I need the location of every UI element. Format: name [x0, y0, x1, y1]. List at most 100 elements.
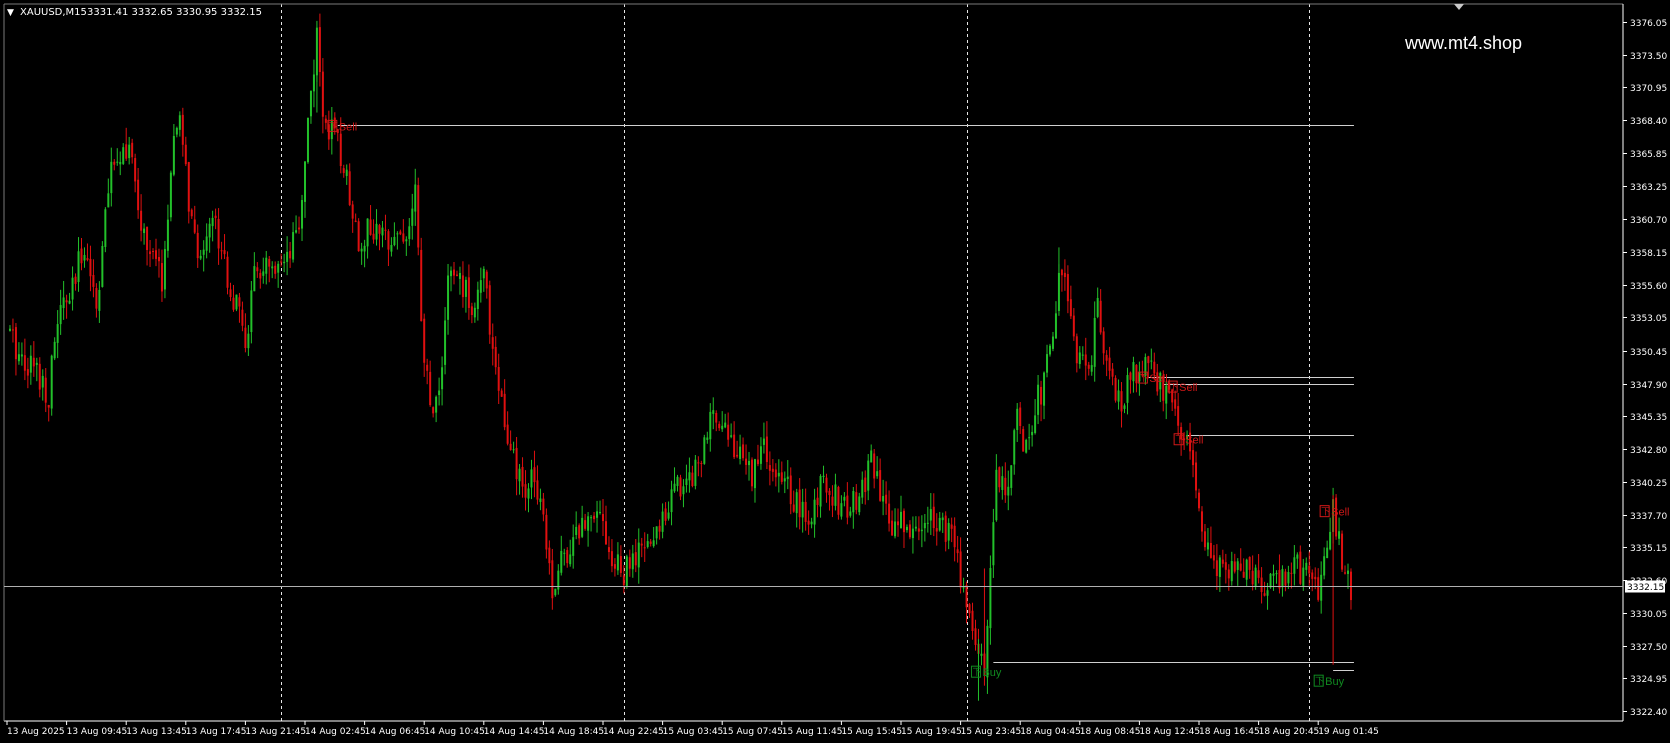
candle-body — [783, 478, 786, 482]
candle-body — [888, 503, 891, 524]
candle-body — [879, 470, 882, 501]
chart-menu-arrow-icon[interactable]: ▼ — [7, 8, 14, 18]
candle-body — [29, 355, 32, 373]
candle-body — [1326, 547, 1329, 558]
candle-body — [1192, 450, 1195, 466]
watermark: www.mt4.shop — [1404, 33, 1522, 53]
candle-body — [1314, 576, 1317, 580]
candle-body — [1013, 430, 1016, 465]
candle-body — [1278, 570, 1281, 589]
candle-body — [160, 263, 163, 292]
candle-body — [786, 476, 789, 480]
signal-buy[interactable]: 下 Buy — [1313, 674, 1345, 688]
candle-body — [157, 257, 160, 262]
candle-body — [65, 300, 68, 303]
candle-body — [861, 479, 864, 498]
candle-body — [244, 327, 247, 349]
candle-body — [491, 337, 494, 349]
candle-body — [613, 564, 616, 569]
candle-body — [1001, 476, 1004, 490]
signal-sell[interactable]: 下 Sell — [1167, 380, 1198, 394]
candle-body — [1031, 431, 1034, 436]
candle-body — [453, 269, 455, 276]
signal-sell[interactable]: 下 Sell — [1173, 433, 1203, 447]
candle-body — [619, 556, 622, 573]
candle-body — [533, 467, 536, 483]
candle-body — [1260, 577, 1263, 593]
candle-body — [858, 496, 861, 513]
candle-body — [825, 477, 828, 493]
candle-body — [995, 469, 998, 521]
candle-body — [435, 396, 438, 413]
candle-body — [703, 437, 706, 464]
candle-body — [762, 438, 765, 445]
x-tick-label: 18 Aug 16:45 — [1199, 727, 1260, 737]
candle-body — [1296, 554, 1299, 559]
candle-body — [911, 528, 914, 539]
candle-body — [602, 514, 604, 522]
candle-body — [429, 371, 432, 406]
signal-label: Buy — [1325, 676, 1344, 688]
candle-body — [1323, 556, 1326, 576]
candle-body — [607, 547, 610, 553]
candle-body — [1257, 570, 1260, 578]
x-tick-label: 15 Aug 19:45 — [901, 727, 962, 737]
candle-body — [1046, 354, 1049, 373]
candle-body — [283, 261, 286, 264]
candle-body — [521, 466, 524, 487]
price-chart[interactable]: 下 Sell下 Sell下 Sell下 Sell下 Sell下 Buy下 Buy 3376.0… — [0, 0, 1670, 743]
candle-body — [1284, 571, 1287, 586]
candle-body — [712, 410, 715, 414]
signal-label: Sell — [1185, 435, 1203, 447]
candle-body — [679, 477, 682, 497]
candle-body — [667, 512, 670, 519]
candle-body — [1028, 437, 1031, 439]
candle-body — [840, 503, 843, 517]
candle-body — [1126, 375, 1129, 403]
signal-buy[interactable]: 下 Buy — [970, 665, 1002, 679]
candle-body — [92, 275, 95, 287]
candle-body — [1299, 551, 1302, 584]
candle-body — [953, 525, 956, 548]
candle-body — [68, 300, 71, 304]
candle-body — [217, 218, 220, 249]
y-tick-label: 3347.90 — [1630, 381, 1667, 391]
candle-body — [155, 250, 157, 259]
signal-label: Sell — [1179, 382, 1197, 394]
signal-sell[interactable]: 下 Sell — [1319, 505, 1349, 519]
candle-body — [23, 355, 26, 371]
candle-body — [950, 524, 953, 529]
candle-body — [834, 484, 837, 506]
candle-body — [1117, 390, 1120, 402]
candle-body — [199, 255, 202, 259]
candle-body — [1102, 331, 1105, 354]
candle-body — [262, 271, 265, 276]
candle-body — [700, 463, 703, 465]
candle-body — [50, 355, 53, 409]
candle-body — [560, 550, 563, 573]
candle-body — [381, 227, 384, 236]
x-tick-label: 18 Aug 12:45 — [1139, 727, 1200, 737]
signal-sell[interactable]: 下 Sell — [1137, 371, 1168, 385]
candle-body — [837, 486, 840, 515]
candle-body — [584, 520, 587, 529]
candle-body — [1338, 531, 1341, 539]
candle-body — [1230, 561, 1233, 582]
signal-sell[interactable]: 下 Sell — [327, 119, 357, 133]
candle-body — [697, 462, 700, 464]
candle-body — [47, 404, 50, 408]
candle-body — [17, 354, 20, 362]
x-tick-label: 19 Aug 01:45 — [1318, 727, 1379, 737]
candle-body — [399, 231, 402, 235]
candle-body — [32, 357, 35, 367]
y-tick-label: 3376.05 — [1630, 19, 1667, 29]
candle-body — [876, 471, 879, 477]
candle-body — [8, 328, 11, 331]
candle-body — [1099, 300, 1102, 333]
candle-body — [599, 512, 602, 514]
candle-body — [959, 551, 962, 588]
y-tick-label: 3358.15 — [1630, 249, 1667, 259]
candle-body — [923, 522, 926, 529]
y-tick-label: 3337.70 — [1630, 512, 1667, 522]
candle-body — [229, 289, 232, 298]
